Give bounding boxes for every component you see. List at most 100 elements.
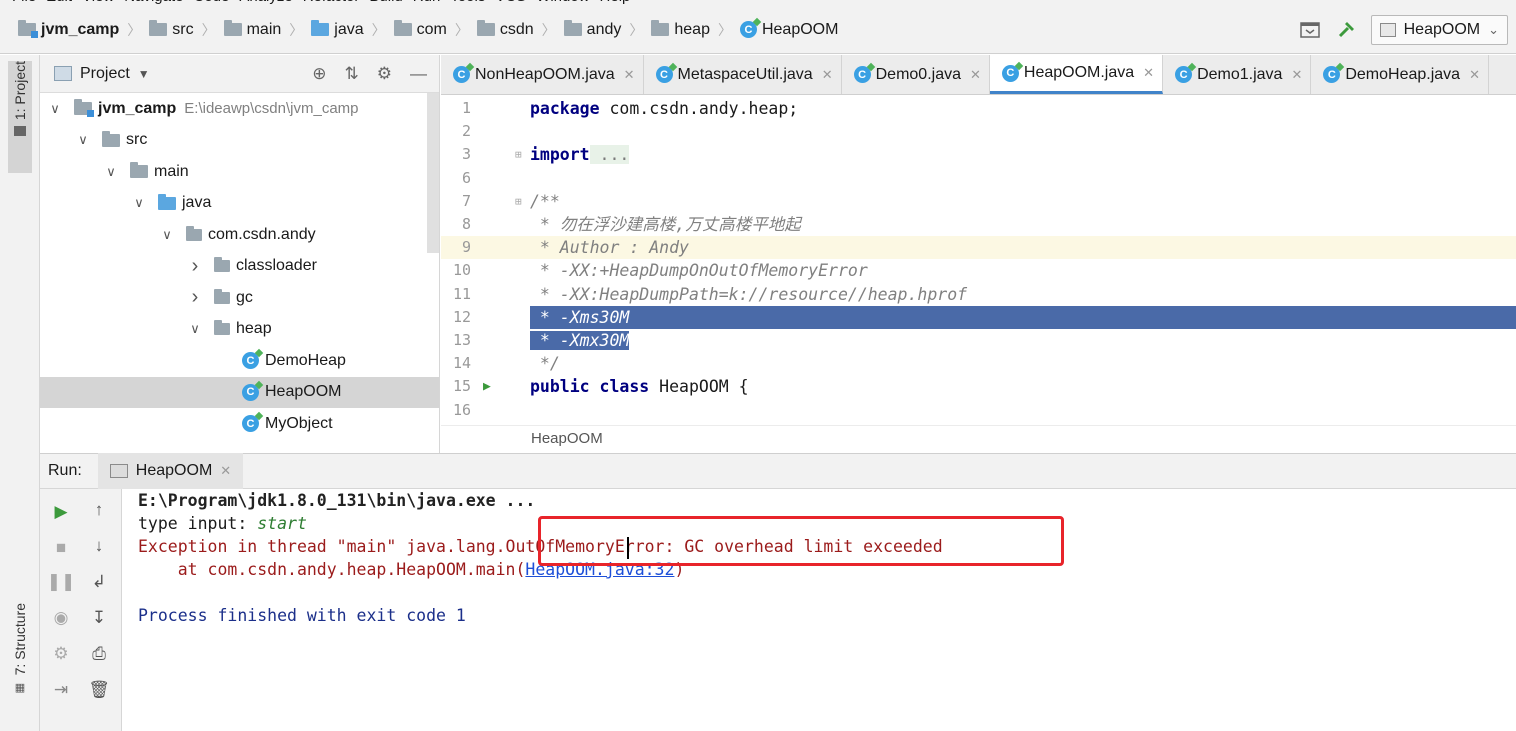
close-icon[interactable]: ✕ — [624, 67, 635, 83]
chevron-down-icon[interactable]: ▼ — [138, 67, 150, 81]
code-line: 9 * Author : Andy — [441, 236, 1516, 260]
folder-icon — [311, 20, 330, 36]
editor-tab[interactable]: C DemoHeap.java ✕ — [1311, 55, 1489, 94]
close-icon[interactable]: ✕ — [970, 67, 981, 83]
code-comment: * Author : Andy — [530, 238, 689, 258]
line-number: 12 — [452, 307, 471, 326]
close-icon[interactable]: ✕ — [1469, 67, 1480, 83]
camera-icon[interactable]: ◉ — [50, 607, 72, 629]
tree-item[interactable]: ∨ src — [40, 125, 439, 157]
chevron-down-icon[interactable]: ∨ — [160, 227, 174, 243]
breadcrumb-item[interactable]: src — [149, 20, 194, 39]
class-icon: C — [655, 66, 673, 83]
chevron-down-icon[interactable]: ∨ — [48, 101, 62, 117]
chevron-right-icon[interactable]: › — [188, 255, 202, 278]
chevron-down-icon[interactable]: ∨ — [76, 132, 90, 148]
trash-icon[interactable]: 🗑 — [88, 679, 110, 701]
line-number: 15 — [452, 377, 471, 396]
scroll-to-end-icon[interactable]: ↧ — [88, 607, 110, 629]
close-icon[interactable]: ✕ — [1291, 67, 1302, 83]
arrow-up-icon[interactable]: ↑ — [88, 499, 110, 521]
project-tool-tab[interactable]: 1: Project — [8, 61, 32, 173]
hide-panel-icon[interactable]: — — [410, 64, 427, 84]
rerun-icon[interactable]: ▶ — [50, 501, 72, 523]
editor-tab[interactable]: C Demo0.java ✕ — [842, 55, 990, 94]
close-icon[interactable]: ✕ — [822, 67, 833, 83]
folder-icon — [223, 20, 242, 36]
gear-icon[interactable]: ⚙ — [377, 64, 392, 84]
project-panel-title[interactable]: Project — [80, 65, 130, 83]
chevron-down-icon[interactable]: ∨ — [132, 195, 146, 211]
tree-item-label: heap — [236, 320, 272, 338]
editor-tab[interactable]: C NonHeapOOM.java ✕ — [441, 55, 644, 94]
tree-item[interactable]: › gc — [40, 282, 439, 314]
breadcrumb-item[interactable]: main — [223, 20, 281, 39]
run-config-label: HeapOOM — [1403, 20, 1481, 38]
code-line: 13 * -Xmx30M — [441, 329, 1516, 352]
breadcrumb-label: com — [416, 20, 447, 38]
chevron-down-icon[interactable]: ∨ — [188, 321, 202, 337]
breadcrumb-item[interactable]: C HeapOOM — [739, 21, 838, 39]
code-comment: * -XX:+HeapDumpOnOutOfMemoryError — [530, 261, 868, 281]
arrow-down-icon[interactable]: ↓ — [88, 535, 110, 557]
structure-tool-tab[interactable]: 7: Structure ▦ — [8, 603, 32, 711]
breadcrumb-item[interactable]: jvm_camp — [18, 20, 120, 39]
fold-icon[interactable]: ⊞ — [515, 143, 522, 166]
code-text: * 勿在浮沙建高楼,万丈高楼平地起 — [530, 213, 801, 236]
exit-icon[interactable]: ⇥ — [50, 679, 72, 701]
code-text: * -XX:HeapDumpPath=k://resource//heap.hp… — [530, 283, 967, 306]
folded-imports[interactable]: ... — [589, 145, 630, 165]
soft-wrap-icon[interactable]: ↲ — [88, 571, 110, 593]
settings-icon[interactable]: ⚙ — [50, 643, 72, 665]
run-tab-label: HeapOOM — [135, 462, 213, 479]
tree-item[interactable]: C DemoHeap — [40, 345, 439, 377]
tree-item[interactable]: ∨ main — [40, 156, 439, 188]
breadcrumb-item[interactable]: heap — [651, 20, 710, 39]
tree-item[interactable]: ∨ java — [40, 188, 439, 220]
run-configuration-select[interactable]: HeapOOM ⌄ — [1370, 14, 1508, 45]
tree-item[interactable]: ∨ com.csdn.andy — [40, 219, 439, 251]
tree-item[interactable]: C MyObject — [40, 408, 439, 440]
code-text: * -Xms30M — [530, 306, 630, 329]
project-view-icon — [54, 66, 72, 81]
code-line: 12 * -Xms30M — [441, 305, 1516, 329]
locate-icon[interactable]: ⊕ — [312, 64, 326, 84]
package-icon — [214, 257, 230, 273]
tree-item[interactable]: › classloader — [40, 251, 439, 283]
tree-item[interactable]: ∨ jvm_camp E:\ideawp\csdn\jvm_camp — [40, 93, 439, 125]
breadcrumb-label: java — [334, 20, 364, 38]
breadcrumb-item[interactable]: java — [311, 20, 364, 39]
run-gutter-icon[interactable]: ▶ — [483, 375, 491, 398]
chevron-right-icon[interactable]: › — [188, 286, 202, 309]
print-icon[interactable]: ⎙ — [88, 643, 110, 665]
run-tab-heapoom[interactable]: HeapOOM ✕ — [97, 453, 244, 489]
editor-tab[interactable]: C HeapOOM.java ✕ — [989, 55, 1164, 94]
editor-tab[interactable]: C MetaspaceUtil.java ✕ — [644, 55, 842, 94]
tree-item[interactable]: ∨ heap — [40, 314, 439, 346]
tree-item-label: classloader — [236, 257, 317, 275]
breadcrumb-item[interactable]: csdn — [476, 20, 534, 39]
editor-tab-label: MetaspaceUtil.java — [677, 65, 813, 83]
pause-icon[interactable]: ❚❚ — [47, 571, 76, 593]
build-hammer-icon[interactable] — [1335, 19, 1357, 41]
line-number: 9 — [461, 238, 471, 257]
close-icon[interactable]: ✕ — [220, 463, 231, 479]
layout-icon[interactable] — [1299, 19, 1321, 41]
navigation-bar: jvm_camp 〉 src 〉 main 〉 java 〉 com 〉 csdn 〉 andy 〉 hea… — [0, 6, 1516, 54]
breadcrumb-label: jvm_camp — [41, 20, 120, 38]
stop-icon[interactable]: ■ — [50, 537, 72, 559]
collapse-all-icon[interactable]: ⇅ — [345, 64, 359, 84]
class-icon: C — [242, 383, 259, 401]
fold-icon[interactable]: ⊞ — [515, 190, 522, 213]
code-editor[interactable]: 1 package com.csdn.andy.heap; 2 3 ⊞ import ..… — [441, 95, 1516, 425]
close-icon[interactable]: ✕ — [1143, 65, 1154, 81]
editor-tab[interactable]: C Demo1.java ✕ — [1163, 55, 1312, 94]
tree-item[interactable]: C HeapOOM — [40, 376, 439, 408]
project-scrollbar[interactable] — [427, 93, 439, 253]
chevron-down-icon[interactable]: ∨ — [104, 164, 118, 180]
breadcrumb-item[interactable]: com — [393, 20, 447, 39]
editor-breadcrumb[interactable]: HeapOOM — [441, 425, 1516, 453]
class-icon: C — [1001, 64, 1019, 82]
breadcrumb-item[interactable]: andy — [563, 20, 621, 39]
breadcrumb: jvm_camp 〉 src 〉 main 〉 java 〉 com 〉 csdn 〉 andy 〉 hea… — [0, 20, 838, 40]
